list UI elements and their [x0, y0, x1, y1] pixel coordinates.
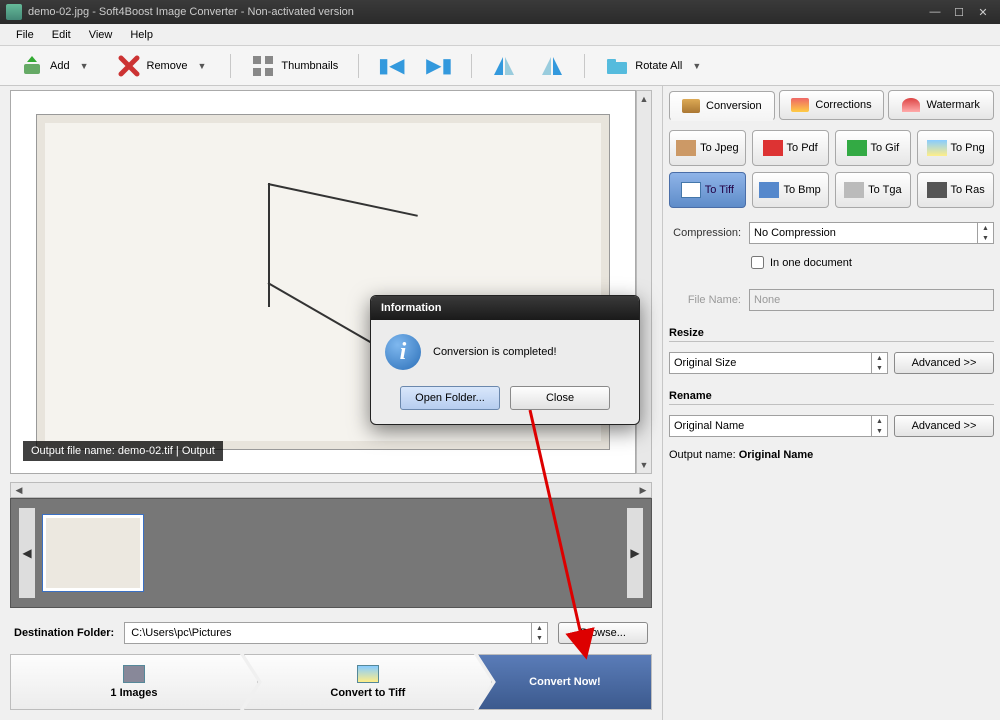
app-icon [6, 4, 22, 20]
tga-icon [844, 182, 864, 198]
minimize-button[interactable]: — [924, 4, 946, 20]
convert-now-button[interactable]: Convert Now! [478, 654, 652, 710]
chevron-down-icon: ▼ [76, 61, 93, 71]
flip-v-button[interactable] [532, 50, 572, 82]
toolbar: Add ▼ Remove ▼ Thumbnails ▮◀ ▶▮ Rotate A… [0, 46, 1000, 86]
open-folder-button[interactable]: Open Folder... [400, 386, 500, 410]
filename-input: None [749, 289, 994, 311]
rename-advanced-button[interactable]: Advanced >> [894, 415, 994, 437]
scroll-right-icon[interactable]: ▶ [635, 483, 651, 497]
jpeg-icon [676, 140, 696, 156]
scrollbar-horizontal[interactable]: ◀ ▶ [10, 482, 652, 498]
format-pdf-button[interactable]: To Pdf [752, 130, 829, 166]
information-dialog: Information i Conversion is completed! O… [370, 295, 640, 425]
compression-label: Compression: [669, 227, 741, 239]
spinner-icon[interactable]: ▲▼ [977, 223, 993, 243]
rotate-button[interactable]: Rotate All ▼ [597, 50, 713, 82]
destination-label: Destination Folder: [14, 627, 114, 639]
format-tiff-button[interactable]: To Tiff [669, 172, 746, 208]
separator [230, 54, 231, 78]
rename-combo[interactable]: Original Name ▲▼ [669, 415, 888, 437]
flip-horizontal-icon [492, 54, 516, 78]
first-button[interactable]: ▮◀ [371, 50, 411, 82]
add-icon [20, 54, 44, 78]
rename-header: Rename [669, 390, 994, 405]
format-bmp-button[interactable]: To Bmp [752, 172, 829, 208]
menubar: File Edit View Help [0, 24, 1000, 46]
resize-advanced-button[interactable]: Advanced >> [894, 352, 994, 374]
maximize-button[interactable]: ☐ [948, 4, 970, 20]
folder-icon [605, 54, 629, 78]
scroll-up-icon[interactable]: ▲ [637, 91, 651, 107]
menu-edit[interactable]: Edit [44, 26, 79, 44]
step-format: Convert to Tiff [244, 654, 492, 710]
scroll-left-icon[interactable]: ◀ [11, 483, 27, 497]
window-title: demo-02.jpg - Soft4Boost Image Converter… [28, 6, 924, 18]
output-overlay: Output file name: demo-02.tif | Output [23, 441, 223, 461]
tab-conversion[interactable]: Conversion [669, 91, 775, 121]
separator [584, 54, 585, 78]
picture-icon [357, 665, 379, 683]
dialog-title: Information [371, 296, 639, 320]
output-name-row: Output name: Original Name [669, 449, 994, 461]
images-icon [123, 665, 145, 683]
thumb-next-button[interactable]: ▶ [627, 508, 643, 598]
browse-button[interactable]: Browse... [558, 622, 648, 644]
format-ras-button[interactable]: To Ras [917, 172, 994, 208]
ras-icon [927, 182, 947, 198]
skip-last-icon: ▶▮ [427, 54, 451, 78]
resize-header: Resize [669, 327, 994, 342]
menu-view[interactable]: View [81, 26, 121, 44]
menu-help[interactable]: Help [122, 26, 161, 44]
corrections-icon [791, 98, 809, 112]
destination-input[interactable]: C:\Users\pc\Pictures ▲▼ [124, 622, 548, 644]
png-icon [927, 140, 947, 156]
info-icon: i [385, 334, 421, 370]
menu-file[interactable]: File [8, 26, 42, 44]
separator [471, 54, 472, 78]
dialog-close-button[interactable]: Close [510, 386, 610, 410]
scroll-down-icon[interactable]: ▼ [637, 457, 651, 473]
close-window-button[interactable]: ✕ [972, 4, 994, 20]
separator [358, 54, 359, 78]
filename-label: File Name: [669, 294, 741, 306]
gif-icon [847, 140, 867, 156]
spinner-icon[interactable]: ▲▼ [871, 353, 887, 373]
dialog-message: Conversion is completed! [433, 346, 557, 358]
step-images: 1 Images [10, 654, 258, 710]
format-gif-button[interactable]: To Gif [835, 130, 912, 166]
add-button[interactable]: Add ▼ [12, 50, 101, 82]
right-panel: Conversion Corrections Watermark To Jpeg… [662, 86, 1000, 720]
tab-watermark[interactable]: Watermark [888, 90, 994, 120]
format-png-button[interactable]: To Png [917, 130, 994, 166]
conversion-icon [682, 99, 700, 113]
compression-combo[interactable]: No Compression ▲▼ [749, 222, 994, 244]
spinner-icon[interactable]: ▲▼ [871, 416, 887, 436]
format-jpeg-button[interactable]: To Jpeg [669, 130, 746, 166]
flip-h-button[interactable] [484, 50, 524, 82]
thumbnails-icon [251, 54, 275, 78]
remove-icon [117, 54, 141, 78]
watermark-icon [902, 98, 920, 112]
format-tga-button[interactable]: To Tga [835, 172, 912, 208]
chevron-down-icon: ▼ [193, 61, 210, 71]
in-one-document-label: In one document [770, 257, 852, 269]
thumb-prev-button[interactable]: ◀ [19, 508, 35, 598]
remove-button[interactable]: Remove ▼ [109, 50, 219, 82]
spinner-icon[interactable]: ▲▼ [531, 623, 547, 643]
tab-corrections[interactable]: Corrections [779, 90, 885, 120]
thumbnail-strip: ◀ ▶ [10, 498, 652, 608]
pdf-icon [763, 140, 783, 156]
titlebar: demo-02.jpg - Soft4Boost Image Converter… [0, 0, 1000, 24]
chevron-down-icon: ▼ [688, 61, 705, 71]
bmp-icon [759, 182, 779, 198]
thumbnails-button[interactable]: Thumbnails [243, 50, 346, 82]
resize-combo[interactable]: Original Size ▲▼ [669, 352, 888, 374]
last-button[interactable]: ▶▮ [419, 50, 459, 82]
tiff-icon [681, 182, 701, 198]
in-one-document-checkbox[interactable] [751, 256, 764, 269]
skip-first-icon: ▮◀ [379, 54, 403, 78]
flip-vertical-icon [540, 54, 564, 78]
thumbnail-item[interactable] [43, 515, 143, 591]
